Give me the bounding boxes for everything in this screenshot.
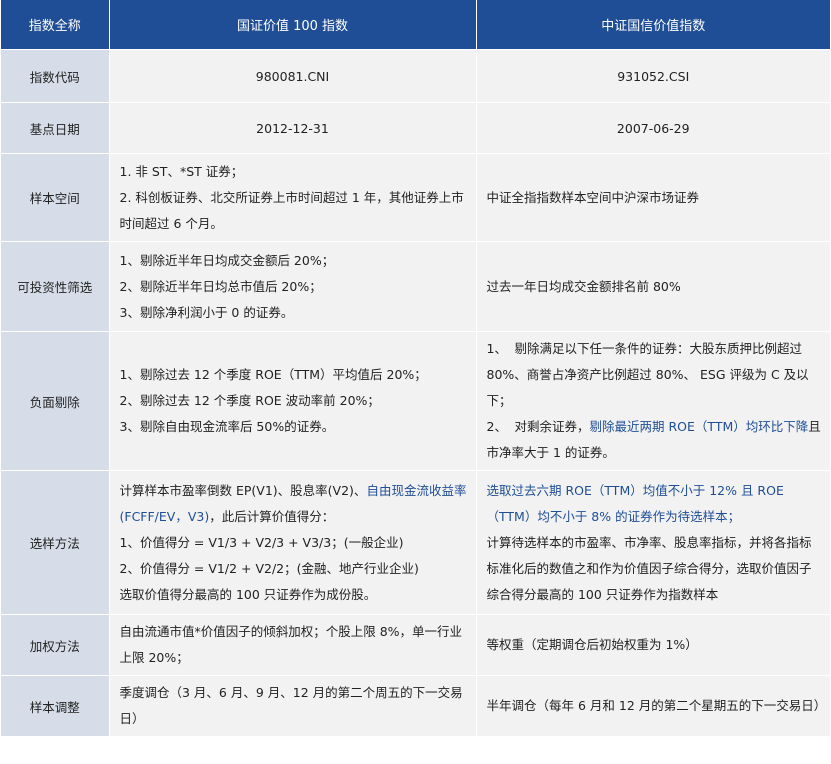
cell-value: 2007-06-29 <box>475 102 830 154</box>
cell-value: 1、剔除近半年日均成交金额后 20%； 2、剔除近半年日均总市值后 20%； 3… <box>108 241 476 332</box>
cell-value: 931052.CSI <box>475 49 830 103</box>
cell-line: 3、剔除自由现金流率后 50%的证券。 <box>119 419 335 434</box>
list-number: 2、 <box>486 419 507 434</box>
cell-line: 计算待选样本的市盈率、市净率、股息率指标，并将各指标标准化后的数值之和作为价值因… <box>486 534 812 602</box>
cell-text: 计算样本市盈率倒数 EP(V1)、股息率(V2)、 <box>119 482 367 498</box>
cell-text: ，此后计算价值得分： <box>209 508 335 524</box>
table-row-selection: 选样方法 计算样本市盈率倒数 EP(V1)、股息率(V2)、自由现金流收益率(F… <box>1 470 830 615</box>
cell-line: 过去一年日均成交金额排名前 80% <box>486 278 681 294</box>
row-label: 样本空间 <box>1 153 109 242</box>
cell-line: 自由流通市值*价值因子的倾斜加权；个股上限 8%，单一行业上限 20%； <box>119 624 463 665</box>
row-label: 指数代码 <box>1 49 109 103</box>
header-guozheng-value-100: 国证价值 100 指数 <box>108 0 476 50</box>
row-label: 加权方法 <box>1 614 109 676</box>
cell-value: 1. 非 ST、*ST 证券； 2. 科创板证券、北交所证券上市时间超过 1 年… <box>108 153 476 242</box>
cell-line: 2. 科创板证券、北交所证券上市时间超过 1 年，其他证券上市时间超过 6 个月… <box>119 189 464 231</box>
header-zhongzheng-guoxin-value: 中证国信价值指数 <box>475 0 830 50</box>
cell-line: 选取价值得分最高的 100 只证券作为成份股。 <box>119 586 377 602</box>
cell-value: 等权重（定期调仓后初始权重为 1%） <box>475 614 830 676</box>
cell-value: 半年调仓（每年 6 月和 12 月的第二个星期五的下一交易日） <box>475 675 830 737</box>
cell-line: 1、 剔除满足以下任一条件的证券：大股东质押比例超过 80%、商誉占净资产比例超过… <box>487 336 823 414</box>
cell-line: 1、价值得分 = V1/3 + V2/3 + V3/3；(一般企业) <box>119 534 404 550</box>
cell-line: 2、剔除近半年日均总市值后 20%； <box>119 278 322 294</box>
cell-line: 计算样本市盈率倒数 EP(V1)、股息率(V2)、自由现金流收益率(FCFF/E… <box>120 478 468 530</box>
table-row-rebalance: 样本调整 季度调仓（3 月、6 月、9 月、12 月的第二个周五的下一交易日） … <box>1 675 830 737</box>
cell-value: 自由流通市值*价值因子的倾斜加权；个股上限 8%，单一行业上限 20%； <box>108 614 476 676</box>
row-label: 选样方法 <box>1 470 109 615</box>
cell-line: 3、剔除净利润小于 0 的证券。 <box>119 304 294 320</box>
cell-line: 1、剔除过去 12 个季度 ROE（TTM）平均值后 20%； <box>119 367 427 382</box>
list-number: 1、 <box>486 341 507 356</box>
row-label: 样本调整 <box>1 675 109 737</box>
highlight-text: 剔除最近两期 ROE（TTM）均环比下降 <box>589 419 809 434</box>
cell-value: 1、剔除过去 12 个季度 ROE（TTM）平均值后 20%； 2、剔除过去 1… <box>108 331 476 471</box>
table-row-negative-screen: 负面剔除 1、剔除过去 12 个季度 ROE（TTM）平均值后 20%； 2、剔… <box>1 331 830 471</box>
cell-value: 过去一年日均成交金额排名前 80% <box>475 241 830 332</box>
cell-line: 半年调仓（每年 6 月和 12 月的第二个星期五的下一交易日） <box>486 698 827 713</box>
cell-line: 2、剔除过去 12 个季度 ROE 波动率前 20%； <box>119 393 380 408</box>
cell-text: 对剩余证券， <box>514 419 590 434</box>
table-row-investability: 可投资性筛选 1、剔除近半年日均成交金额后 20%； 2、剔除近半年日均总市值后… <box>1 241 830 332</box>
cell-line: 2、 对剩余证券，剔除最近两期 ROE（TTM）均环比下降且市净率大于 1 的证券… <box>487 414 823 466</box>
row-label: 可投资性筛选 <box>1 241 109 332</box>
cell-value: 中证全指指数样本空间中沪深市场证券 <box>475 153 830 242</box>
cell-value: 980081.CNI <box>108 49 476 103</box>
table-row-base-date: 基点日期 2012-12-31 2007-06-29 <box>1 102 830 154</box>
cell-value: 季度调仓（3 月、6 月、9 月、12 月的第二个周五的下一交易日） <box>108 675 476 737</box>
table-row-code: 指数代码 980081.CNI 931052.CSI <box>1 49 830 103</box>
cell-line: 2、价值得分 = V1/2 + V2/2；(金融、地产行业企业) <box>119 560 419 576</box>
table-row-weighting: 加权方法 自由流通市值*价值因子的倾斜加权；个股上限 8%，单一行业上限 20%… <box>1 614 830 676</box>
cell-value: 1、 剔除满足以下任一条件的证券：大股东质押比例超过 80%、商誉占净资产比例超过… <box>475 331 830 471</box>
highlight-text: 选取过去六期 ROE（TTM）均值不小于 12% 且 ROE（TTM）均不小于 … <box>486 482 784 524</box>
cell-line: 等权重（定期调仓后初始权重为 1%） <box>486 637 698 652</box>
cell-value: 计算样本市盈率倒数 EP(V1)、股息率(V2)、自由现金流收益率(FCFF/E… <box>108 470 476 615</box>
cell-line: 中证全指指数样本空间中沪深市场证券 <box>486 189 700 205</box>
index-comparison-table: 指数全称 国证价值 100 指数 中证国信价值指数 指数代码 980081.CN… <box>1 0 830 737</box>
cell-value: 2012-12-31 <box>108 102 476 154</box>
cell-text: 剔除满足以下任一条件的证券：大股东质押比例超过 80%、商誉占净资产比例超过 8… <box>486 341 809 408</box>
cell-line: 1. 非 ST、*ST 证券； <box>119 163 244 179</box>
cell-value: 选取过去六期 ROE（TTM）均值不小于 12% 且 ROE（TTM）均不小于 … <box>475 470 830 615</box>
cell-line: 季度调仓（3 月、6 月、9 月、12 月的第二个周五的下一交易日） <box>119 685 463 726</box>
row-label: 基点日期 <box>1 102 109 154</box>
cell-line: 1、剔除近半年日均成交金额后 20%； <box>119 252 335 268</box>
header-row: 指数全称 国证价值 100 指数 中证国信价值指数 <box>1 0 830 50</box>
table-row-universe: 样本空间 1. 非 ST、*ST 证券； 2. 科创板证券、北交所证券上市时间超… <box>1 153 830 242</box>
header-full-name: 指数全称 <box>1 0 109 50</box>
row-label: 负面剔除 <box>1 331 109 471</box>
